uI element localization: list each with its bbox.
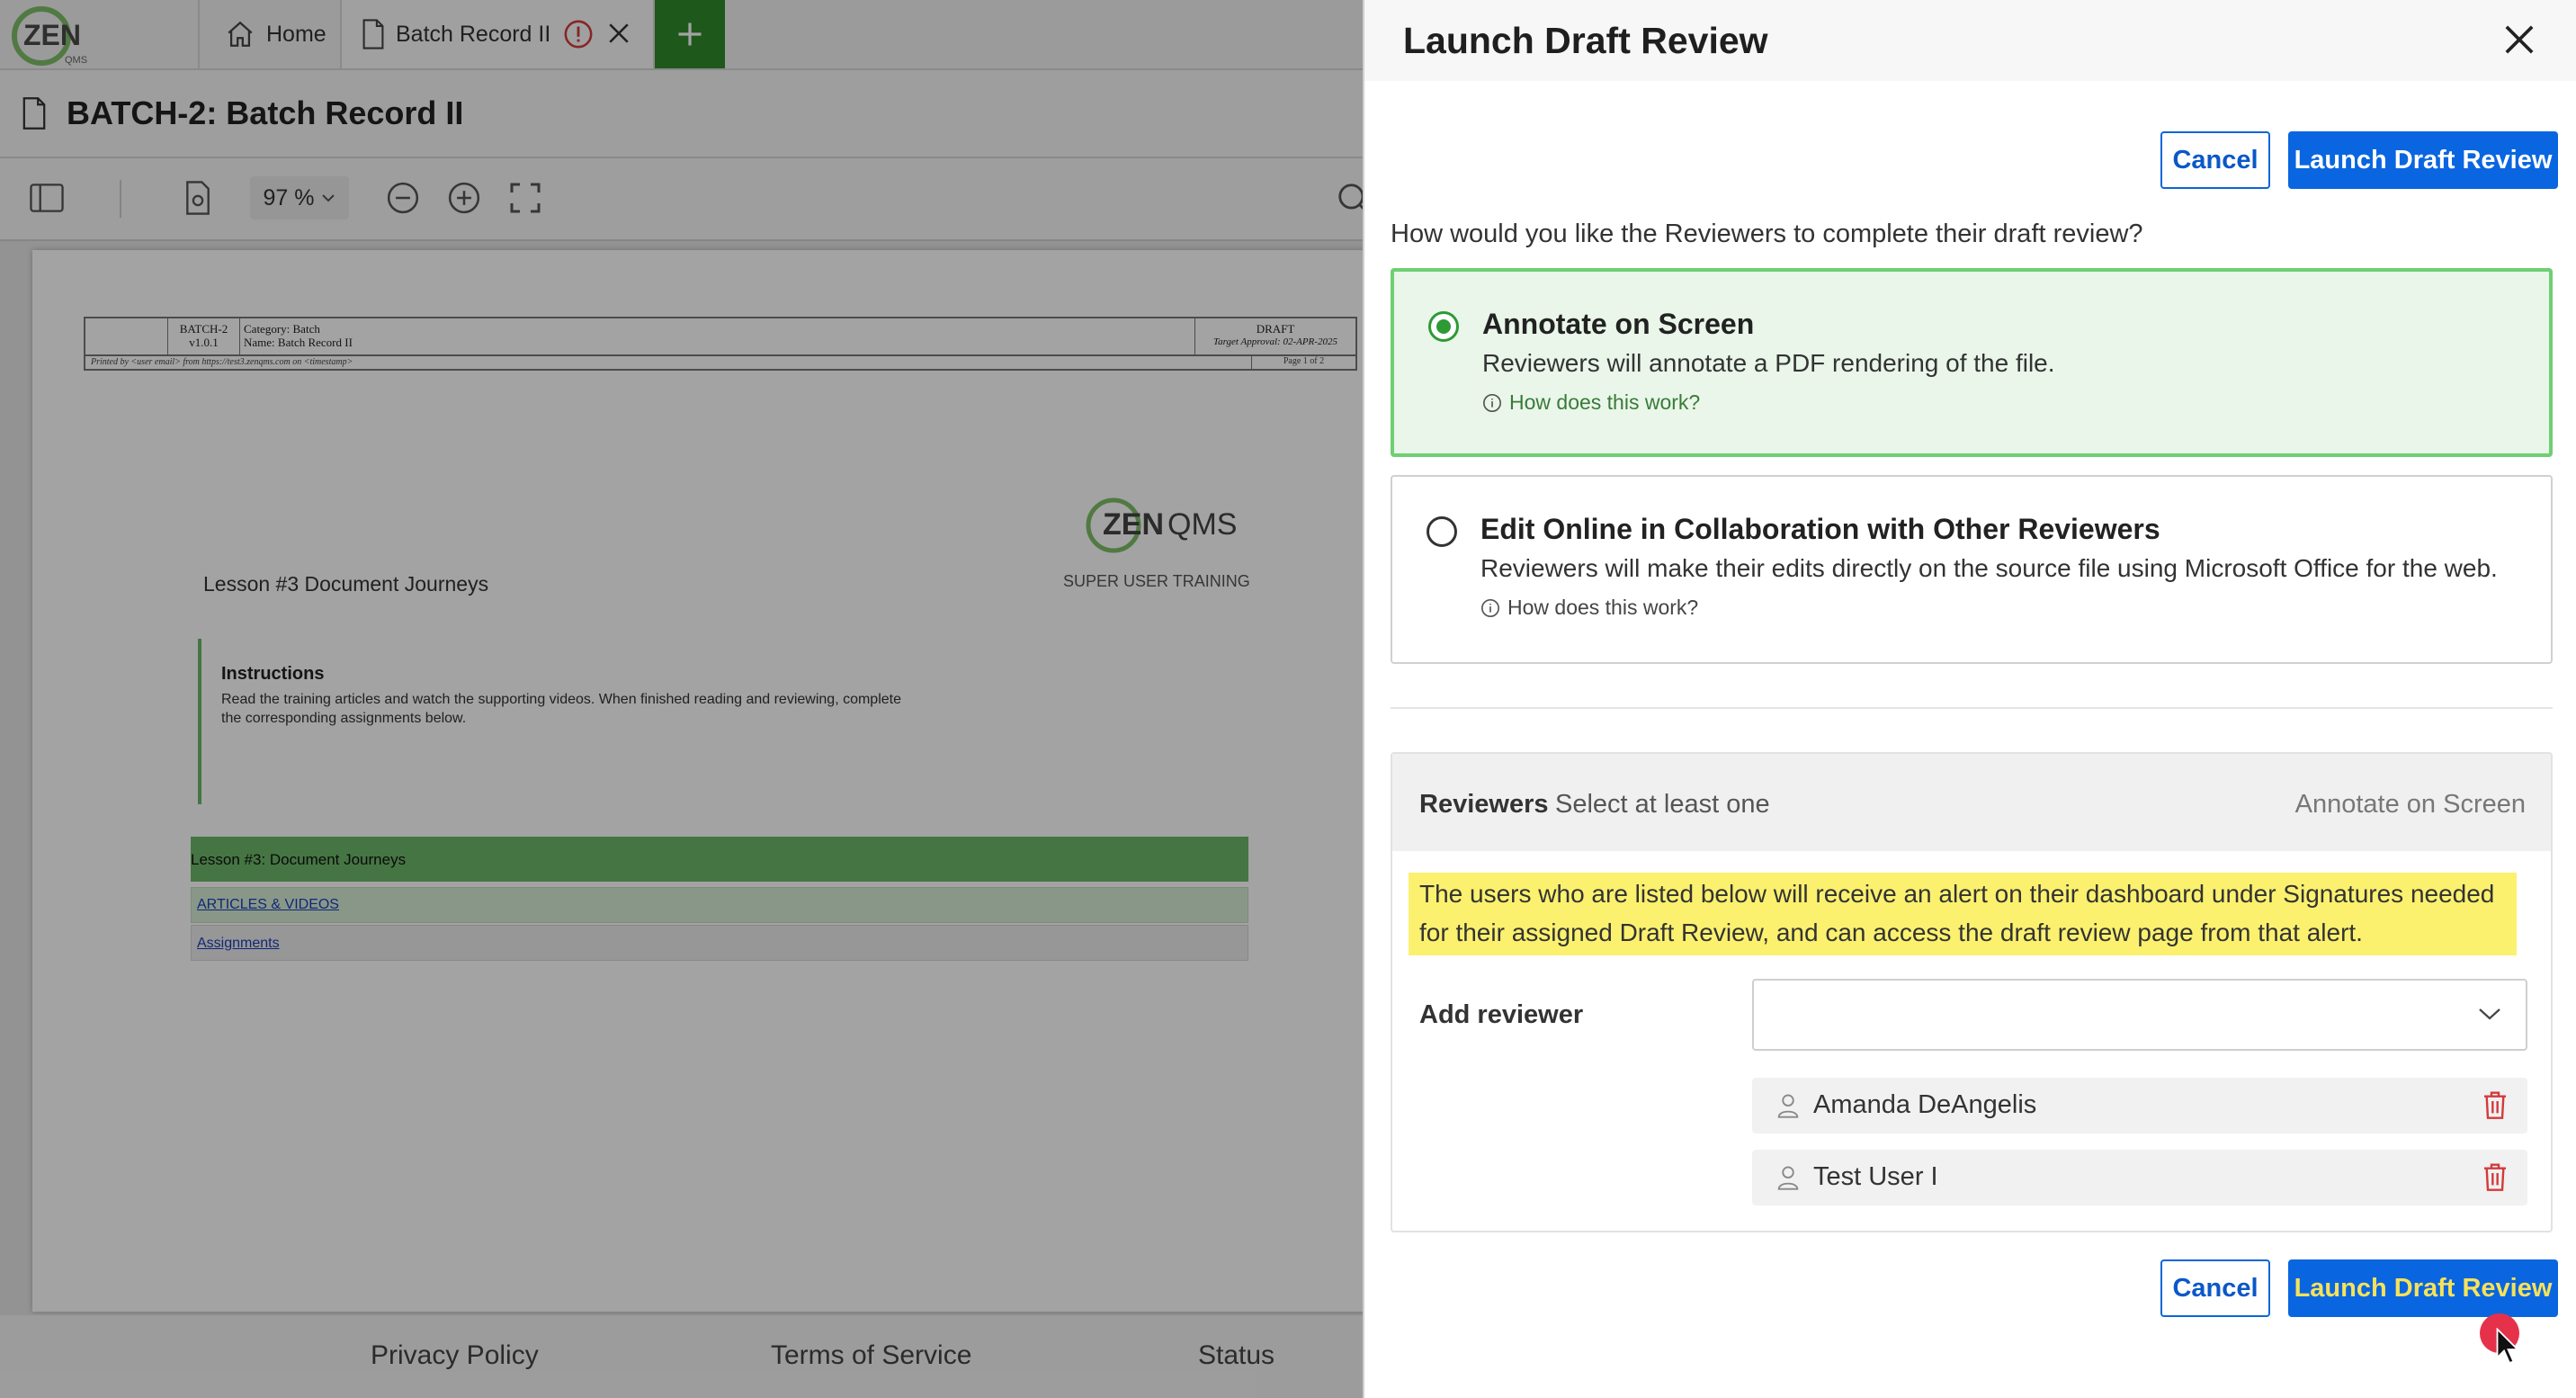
delete-icon[interactable] bbox=[2482, 1162, 2508, 1191]
add-reviewer-label: Add reviewer bbox=[1419, 1000, 1584, 1029]
how-link-label: How does this work? bbox=[1507, 596, 1699, 619]
option-title: Annotate on Screen bbox=[1482, 308, 1755, 340]
option-annotate-on-screen[interactable]: Annotate on Screen Reviewers will annota… bbox=[1391, 268, 2553, 457]
review-method-question: How would you like the Reviewers to comp… bbox=[1391, 220, 2143, 248]
how-does-this-work-link[interactable]: How does this work? bbox=[1480, 596, 1698, 620]
reviewers-section: Reviewers Select at least one Annotate o… bbox=[1391, 752, 2553, 1232]
reviewer-name: Test User I bbox=[1813, 1162, 1938, 1191]
radio-annotate[interactable] bbox=[1428, 311, 1459, 342]
close-icon[interactable] bbox=[2500, 20, 2539, 59]
panel-header: Launch Draft Review bbox=[1364, 0, 2576, 81]
how-link-label: How does this work? bbox=[1509, 390, 1701, 414]
app-background: ZEN QMS Home Batch Record II BATCH-2: Ba… bbox=[0, 0, 1363, 1398]
user-icon bbox=[1775, 1092, 1801, 1119]
launch-draft-review-button-bottom[interactable]: Launch Draft Review bbox=[2288, 1259, 2558, 1317]
option-edit-online[interactable]: Edit Online in Collaboration with Other … bbox=[1391, 475, 2553, 664]
reviewer-name: Amanda DeAngelis bbox=[1813, 1090, 2037, 1119]
modal-backdrop[interactable] bbox=[0, 0, 1363, 1398]
cancel-button-bottom[interactable]: Cancel bbox=[2160, 1259, 2270, 1317]
option-description: Reviewers will make their edits directly… bbox=[1480, 554, 2498, 582]
reviewers-notice: The users who are listed below will rece… bbox=[1409, 873, 2517, 955]
reviewer-item: Amanda DeAngelis bbox=[1752, 1078, 2527, 1134]
reviewers-title: Reviewers bbox=[1419, 790, 1549, 819]
chevron-down-icon bbox=[2477, 1006, 2502, 1022]
cancel-button-top[interactable]: Cancel bbox=[2160, 131, 2270, 189]
option-description: Reviewers will annotate a PDF rendering … bbox=[1482, 349, 2055, 377]
delete-icon[interactable] bbox=[2482, 1090, 2508, 1119]
launch-draft-review-button-top[interactable]: Launch Draft Review bbox=[2288, 131, 2558, 189]
user-icon bbox=[1775, 1164, 1801, 1191]
reviewers-subtitle: Select at least one bbox=[1555, 790, 1770, 819]
reviewers-header: Reviewers Select at least one Annotate o… bbox=[1392, 754, 2551, 851]
info-icon bbox=[1482, 393, 1502, 413]
radio-edit-online[interactable] bbox=[1427, 516, 1457, 547]
section-divider bbox=[1391, 707, 2553, 709]
mouse-cursor-icon bbox=[2496, 1327, 2523, 1370]
option-title: Edit Online in Collaboration with Other … bbox=[1480, 513, 2160, 545]
launch-draft-review-panel: Launch Draft Review Cancel Launch Draft … bbox=[1363, 0, 2576, 1398]
panel-title: Launch Draft Review bbox=[1403, 20, 1768, 61]
reviewer-item: Test User I bbox=[1752, 1150, 2527, 1205]
how-does-this-work-link[interactable]: How does this work? bbox=[1482, 390, 1700, 415]
info-icon bbox=[1480, 598, 1500, 618]
reviewers-mode: Annotate on Screen bbox=[2294, 790, 2526, 819]
add-reviewer-select[interactable] bbox=[1752, 979, 2527, 1051]
